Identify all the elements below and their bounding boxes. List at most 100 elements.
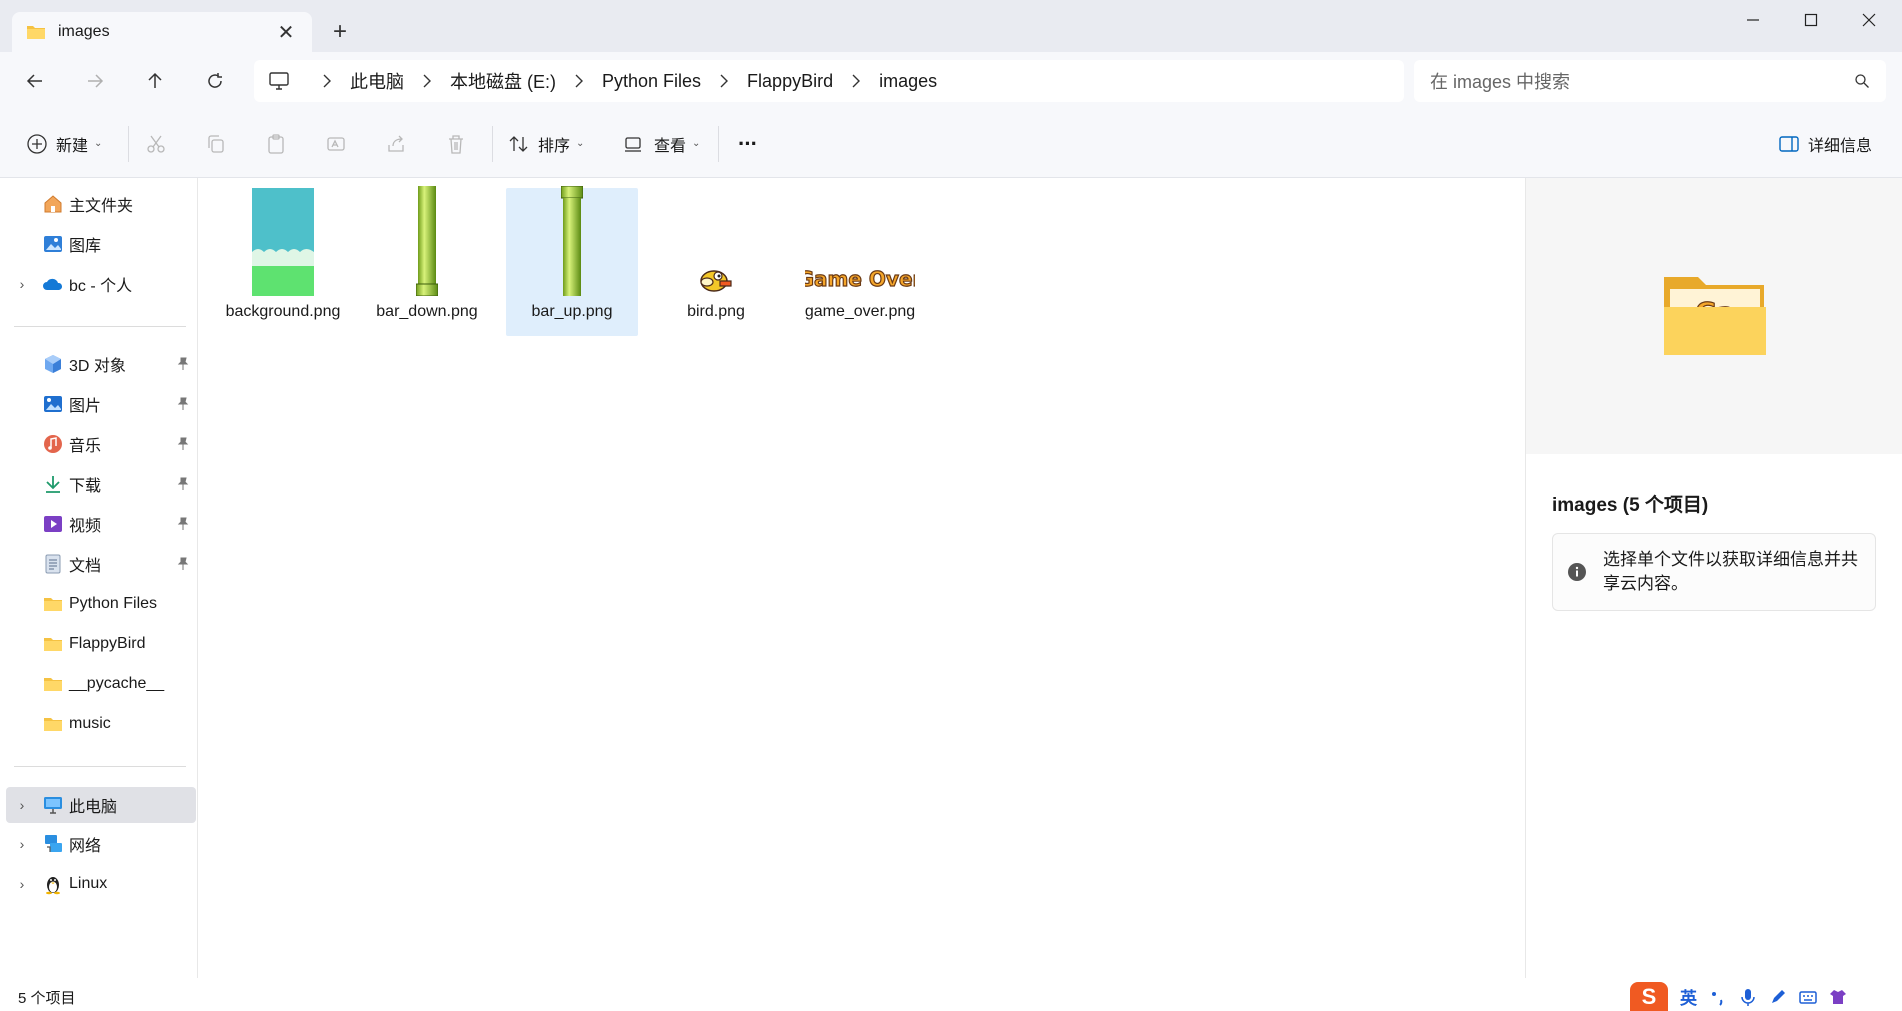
chevron-right-icon[interactable]: › — [16, 797, 28, 813]
arrow-left-icon — [26, 74, 42, 88]
sidebar-item-pictures[interactable]: 图片 — [0, 386, 196, 422]
file-name: bar_up.png — [531, 303, 613, 320]
chevron-right-icon — [851, 74, 861, 88]
cut-icon[interactable] — [145, 133, 167, 155]
keyboard-icon[interactable] — [1799, 988, 1817, 1006]
new-button[interactable]: 新建 ⌄ — [26, 132, 102, 156]
sidebar-item-pycache[interactable]: __pycache__ — [0, 666, 196, 702]
sidebar-item-documents[interactable]: 文档 — [0, 546, 196, 582]
chevron-right-icon[interactable]: › — [16, 876, 28, 892]
folder-large-icon: Ga — [1663, 277, 1766, 355]
status-bar: 5 个项目 — [0, 978, 1902, 1011]
pin-icon[interactable] — [176, 557, 190, 571]
chevron-right-icon[interactable]: › — [16, 836, 28, 852]
sidebar-item-label: FlappyBird — [69, 635, 146, 652]
file-item[interactable]: bird.png — [650, 188, 782, 336]
chevron-right-icon — [422, 74, 432, 88]
sidebar-item-linux[interactable]: › Linux — [0, 866, 196, 902]
sidebar-item-flappybird[interactable]: FlappyBird — [0, 626, 196, 662]
address-bar[interactable]: 此电脑 本地磁盘 (E:) Python Files FlappyBird im… — [254, 60, 1404, 102]
delete-icon[interactable] — [445, 133, 467, 155]
chevron-right-icon[interactable]: › — [16, 276, 28, 292]
share-icon[interactable] — [385, 133, 407, 155]
home-icon — [44, 195, 62, 213]
maximize-button[interactable] — [1782, 0, 1840, 40]
copy-icon[interactable] — [205, 133, 227, 155]
back-button[interactable] — [16, 62, 54, 100]
title-bar: images ✕ + — [0, 0, 1902, 52]
image-thumbnail — [650, 188, 782, 300]
breadcrumb-flappybird[interactable]: FlappyBird — [747, 71, 833, 92]
plus-circle-icon — [26, 133, 48, 155]
tab-images[interactable]: images ✕ — [12, 12, 312, 52]
pin-icon[interactable] — [176, 357, 190, 371]
breadcrumb-this-pc[interactable]: 此电脑 — [350, 68, 404, 94]
breadcrumb-python-files[interactable]: Python Files — [602, 71, 701, 92]
chevron-down-icon: ⌄ — [94, 138, 103, 149]
sort-button[interactable]: 排序 ⌄ — [508, 132, 584, 156]
sidebar-item-downloads[interactable]: 下载 — [0, 466, 196, 502]
paste-icon[interactable] — [265, 133, 287, 155]
details-pane-button[interactable]: 详细信息 — [1778, 132, 1872, 156]
microphone-icon[interactable] — [1739, 988, 1757, 1006]
more-options-button[interactable]: ··· — [738, 131, 758, 157]
pin-icon[interactable] — [176, 477, 190, 491]
computer-icon — [269, 72, 289, 90]
folder-icon — [27, 26, 45, 39]
file-item[interactable]: bar_down.png — [361, 186, 493, 336]
sidebar-divider — [14, 766, 186, 767]
this-pc-icon — [44, 797, 62, 814]
folder-preview: Ga — [1526, 178, 1902, 454]
pin-icon[interactable] — [176, 397, 190, 411]
sidebar-item-music-folder[interactable]: music — [0, 706, 196, 742]
file-item[interactable]: background.png — [217, 188, 349, 336]
videos-icon — [44, 516, 62, 532]
sidebar-item-videos[interactable]: 视频 — [0, 506, 196, 542]
breadcrumb-local-disk[interactable]: 本地磁盘 (E:) — [450, 68, 556, 94]
sidebar-item-onedrive[interactable]: › bc - 个人 — [0, 266, 196, 302]
item-count: 5 个项目 — [18, 990, 76, 1007]
sidebar-item-label: music — [69, 715, 111, 732]
file-item[interactable]: Game Over game_over.png — [794, 188, 926, 336]
file-name: bird.png — [687, 303, 745, 320]
sidebar-item-python-files[interactable]: Python Files — [0, 586, 196, 622]
close-tab-button[interactable]: ✕ — [274, 20, 298, 44]
file-item-selected[interactable]: bar_up.png — [506, 186, 638, 336]
view-button[interactable]: 查看 ⌄ — [622, 132, 700, 156]
folder-icon — [44, 678, 62, 691]
toolbar-divider — [718, 125, 719, 162]
search-icon[interactable] — [1854, 73, 1870, 89]
details-pane-icon — [1778, 133, 1800, 155]
sidebar-item-music[interactable]: 音乐 — [0, 426, 196, 462]
sidebar-item-home[interactable]: 主文件夹 — [0, 186, 196, 222]
sidebar-item-label: bc - 个人 — [69, 278, 133, 295]
sogou-logo[interactable]: S — [1630, 981, 1668, 1011]
pin-icon[interactable] — [176, 437, 190, 451]
punctuation-icon[interactable] — [1709, 988, 1727, 1006]
game-over-text: Game Over — [805, 267, 915, 291]
pen-icon[interactable] — [1769, 988, 1787, 1006]
3d-objects-icon — [45, 355, 61, 373]
sidebar-item-label: __pycache__ — [69, 675, 165, 692]
sidebar-item-gallery[interactable]: 图库 — [0, 226, 196, 262]
chevron-down-icon: ⌄ — [576, 138, 585, 149]
minimize-button[interactable] — [1724, 0, 1782, 40]
sidebar-item-3d-objects[interactable]: 3D 对象 — [0, 346, 196, 382]
image-thumbnail — [361, 186, 493, 300]
ime-language-toggle[interactable]: 英 — [1680, 984, 1697, 1009]
new-tab-button[interactable]: + — [326, 18, 354, 46]
breadcrumb-images[interactable]: images — [879, 71, 937, 92]
linux-penguin-icon — [46, 877, 60, 895]
up-button[interactable] — [136, 62, 174, 100]
search-input[interactable]: 在 images 中搜索 — [1414, 60, 1886, 102]
sidebar-item-this-pc[interactable]: › 此电脑 — [6, 787, 196, 823]
close-window-button[interactable] — [1840, 0, 1898, 40]
pin-icon[interactable] — [176, 517, 190, 531]
skin-icon[interactable] — [1829, 988, 1847, 1006]
forward-button[interactable] — [76, 62, 114, 100]
refresh-button[interactable] — [196, 62, 234, 100]
sidebar-item-network[interactable]: › 网络 — [0, 826, 196, 862]
ime-toolbar: S 英 — [1630, 981, 1902, 1011]
rename-icon[interactable] — [325, 133, 347, 155]
info-text: 选择单个文件以获取详细信息并共享云内容。 — [1603, 550, 1858, 593]
